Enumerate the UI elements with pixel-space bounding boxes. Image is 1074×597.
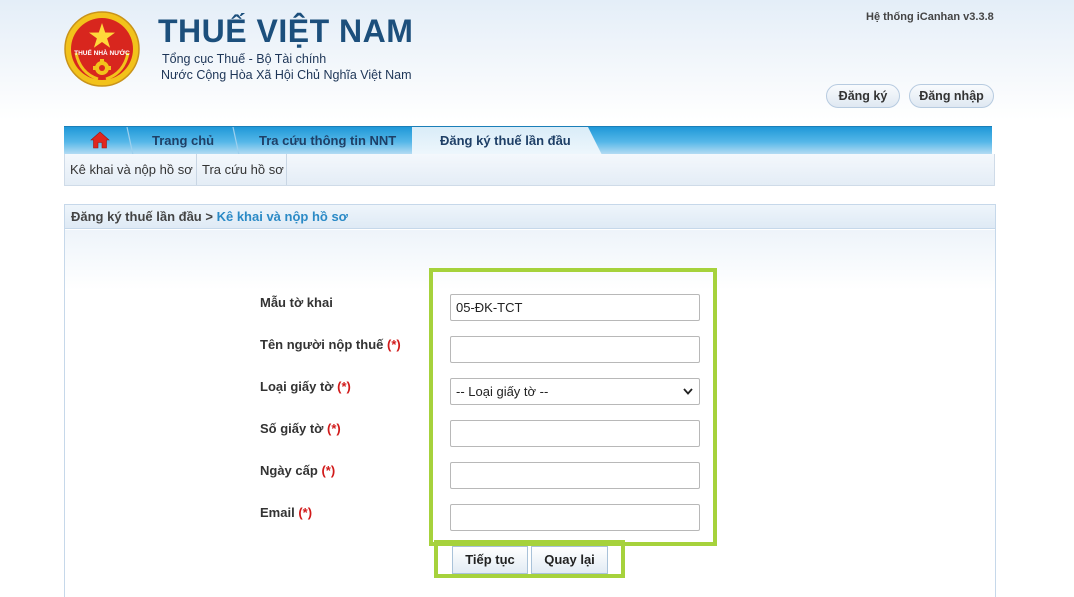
register-button[interactable]: Đăng ký xyxy=(826,84,900,108)
system-version: Hệ thống iCanhan v3.3.8 xyxy=(866,11,994,23)
subnav-divider xyxy=(286,154,287,185)
nav-separator xyxy=(126,127,134,155)
nav-item-first-registration[interactable]: Đăng ký thuế lần đầu xyxy=(440,127,571,155)
site-subtitle-country: Nước Cộng Hòa Xã Hội Chủ Nghĩa Việt Nam xyxy=(161,68,412,82)
back-button[interactable]: Quay lại xyxy=(531,546,608,574)
breadcrumb-separator: > xyxy=(205,209,213,224)
continue-button[interactable]: Tiếp tục xyxy=(452,546,528,574)
breadcrumb-parent[interactable]: Đăng ký thuế lần đầu xyxy=(71,209,202,224)
required-mark: (*) xyxy=(387,337,401,352)
document-number-input[interactable] xyxy=(450,420,700,447)
home-icon xyxy=(90,131,110,149)
nav-home[interactable] xyxy=(64,127,134,155)
subnav-divider xyxy=(196,154,197,185)
label-issue-date: Ngày cấp (*) xyxy=(260,463,336,478)
required-mark: (*) xyxy=(327,421,341,436)
document-type-select[interactable]: -- Loại giấy tờ -- xyxy=(450,378,700,405)
nav-item-home-label[interactable]: Trang chủ xyxy=(152,127,214,155)
document-type-selected: -- Loại giấy tờ -- xyxy=(456,384,549,399)
nav-item-lookup-taxpayer[interactable]: Tra cứu thông tin NNT xyxy=(259,127,396,155)
label-form-template: Mẫu tờ khai xyxy=(260,295,333,310)
email-input[interactable] xyxy=(450,504,700,531)
form-template-input[interactable] xyxy=(450,294,700,321)
issue-date-input[interactable] xyxy=(450,462,700,489)
required-mark: (*) xyxy=(298,505,313,520)
subnav-item-lookup-dossier[interactable]: Tra cứu hồ sơ xyxy=(202,154,284,185)
required-mark: (*) xyxy=(337,379,351,394)
main-nav: Trang chủ Tra cứu thông tin NNT Đăng ký … xyxy=(64,126,992,155)
breadcrumb: Đăng ký thuế lần đầu > Kê khai và nộp hồ… xyxy=(65,205,995,229)
sub-nav: Kê khai và nộp hồ sơ Tra cứu hồ sơ xyxy=(64,154,995,186)
chevron-down-icon xyxy=(683,388,693,395)
site-subtitle-ministry: Tổng cục Thuế - Bộ Tài chính xyxy=(162,52,327,66)
login-button[interactable]: Đăng nhập xyxy=(909,84,994,108)
label-taxpayer-name: Tên người nộp thuế (*) xyxy=(260,337,401,352)
national-emblem-logo[interactable]: THUẾ NHÀ NƯỚC xyxy=(64,11,140,87)
required-mark: (*) xyxy=(321,463,336,478)
taxpayer-name-input[interactable] xyxy=(450,336,700,363)
header: THUẾ NHÀ NƯỚC THUẾ VIỆT NAM Tổng cục Thu… xyxy=(0,0,1074,120)
site-title: THUẾ VIỆT NAM xyxy=(158,13,414,49)
label-email: Email (*) xyxy=(260,505,313,520)
label-document-type: Loại giấy tờ (*) xyxy=(260,379,351,394)
breadcrumb-current: Kê khai và nộp hồ sơ xyxy=(216,209,348,224)
label-document-number: Số giấy tờ (*) xyxy=(260,421,341,436)
subnav-item-declare-submit[interactable]: Kê khai và nộp hồ sơ xyxy=(70,154,193,185)
nav-separator xyxy=(232,127,240,155)
